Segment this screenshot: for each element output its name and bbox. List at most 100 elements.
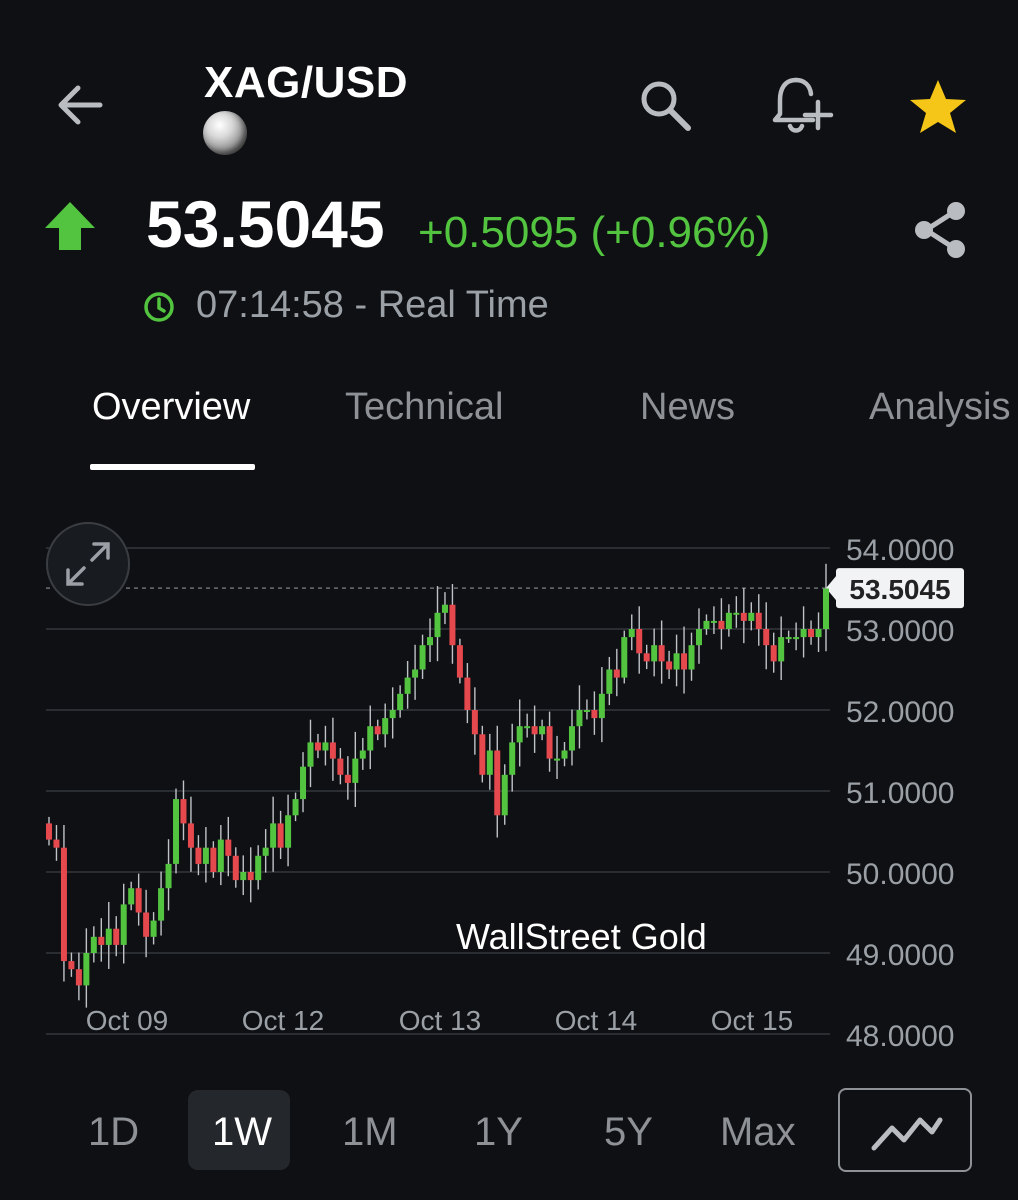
tab-overview[interactable]: Overview: [92, 386, 250, 429]
candle-body: [464, 677, 471, 710]
candle-body: [710, 620, 717, 623]
candle-body: [292, 799, 299, 816]
candle-body: [509, 742, 516, 775]
range-1m[interactable]: 1M: [342, 1110, 398, 1155]
candle-body: [113, 928, 120, 945]
candle-body: [695, 629, 702, 646]
share-button[interactable]: [908, 198, 972, 262]
tab-news[interactable]: News: [640, 386, 735, 429]
y-tick-label: 50.0000: [846, 858, 954, 891]
candle-body: [412, 669, 419, 678]
candle-body: [277, 823, 284, 848]
quote-timestamp: 07:14:58 - Real Time: [196, 284, 549, 326]
candle-body: [180, 799, 187, 824]
candle-body: [217, 839, 224, 872]
candle-body: [643, 653, 650, 662]
range-1y[interactable]: 1Y: [474, 1110, 523, 1155]
candle-body: [823, 588, 829, 629]
realtime-clock: [142, 290, 176, 324]
candle-body: [591, 710, 598, 719]
candle-body: [359, 750, 366, 759]
candle-body: [389, 710, 396, 719]
expand-chart-button[interactable]: [46, 522, 130, 606]
candle-body: [128, 888, 135, 905]
back-button[interactable]: [52, 78, 106, 132]
candle-body: [576, 710, 583, 727]
favorite-button[interactable]: [906, 76, 970, 138]
share-icon: [915, 202, 965, 258]
candle-body: [300, 766, 307, 800]
candle-body: [120, 904, 127, 945]
candle-body: [621, 637, 628, 678]
candle-body: [329, 742, 336, 759]
range-1d[interactable]: 1D: [88, 1110, 139, 1155]
candle-body: [494, 750, 501, 816]
expand-icon: [66, 542, 110, 586]
candle-body: [143, 912, 150, 937]
candle-body: [397, 693, 404, 710]
candle-body: [815, 629, 822, 638]
candle-body: [554, 758, 561, 761]
candle-body: [673, 653, 680, 670]
candle-body: [666, 661, 673, 670]
candle-body: [240, 872, 247, 881]
y-tick-label: 54.0000: [846, 534, 954, 567]
y-tick-label: 53.0000: [846, 615, 954, 648]
candle-body: [516, 726, 523, 743]
candle-body: [651, 645, 658, 662]
clock-icon: [144, 292, 174, 322]
candle-body: [404, 677, 411, 694]
tab-technical[interactable]: Technical: [345, 386, 503, 429]
candle-body: [456, 645, 463, 678]
arrow-left-icon: [58, 85, 103, 125]
candle-body: [785, 637, 792, 640]
candle-body: [561, 750, 568, 759]
candle-body: [449, 604, 456, 646]
candle-body: [83, 953, 90, 986]
star-icon: [910, 80, 966, 133]
candle-body: [307, 742, 314, 767]
range-5y[interactable]: 5Y: [604, 1110, 653, 1155]
candle-body: [255, 855, 262, 881]
bell-plus-icon: [772, 77, 834, 133]
candle-body: [733, 612, 740, 615]
candle-body: [531, 726, 538, 735]
price-chart[interactable]: 54.0000 53.0000 52.0000 51.0000 50.0000 49.00…: [0, 520, 1018, 1060]
candle-body: [800, 629, 807, 638]
candle-body: [187, 823, 194, 848]
candle-body: [658, 645, 665, 662]
search-button[interactable]: [636, 76, 694, 134]
add-alert-button[interactable]: [768, 72, 834, 138]
candle-body: [195, 847, 202, 864]
instrument-title: XAG/USD: [204, 58, 408, 107]
active-tab-indicator: [90, 464, 255, 470]
candle-body: [53, 839, 60, 848]
current-price-label: 53.5045: [849, 574, 950, 605]
range-1w[interactable]: 1W: [212, 1110, 272, 1155]
candle-body: [524, 726, 531, 729]
candle-body: [606, 669, 613, 694]
tab-analysis[interactable]: Analysis: [869, 386, 1011, 429]
price-up-icon: [44, 200, 96, 252]
chart-type-button[interactable]: [838, 1088, 972, 1172]
candle-body: [755, 612, 762, 629]
candle-body: [150, 920, 157, 937]
candle-body: [232, 855, 239, 881]
candle-body: [688, 645, 695, 670]
y-tick-label: 49.0000: [846, 939, 954, 972]
y-tick-label: 52.0000: [846, 696, 954, 729]
candle-body: [539, 726, 546, 735]
candle-body: [583, 710, 590, 712]
candle-body: [479, 734, 486, 775]
candle-body: [173, 799, 180, 864]
silver-coin-icon: [203, 111, 247, 155]
range-max[interactable]: Max: [720, 1110, 796, 1155]
candle-body: [262, 847, 269, 856]
candle-body: [763, 629, 770, 646]
price-change: +0.5095 (+0.96%): [418, 208, 771, 257]
candle-body: [75, 969, 82, 986]
candle-body: [60, 847, 67, 962]
candle-body: [314, 742, 321, 751]
x-tick-label: Oct 14: [555, 1005, 637, 1036]
candle-body: [270, 823, 277, 848]
